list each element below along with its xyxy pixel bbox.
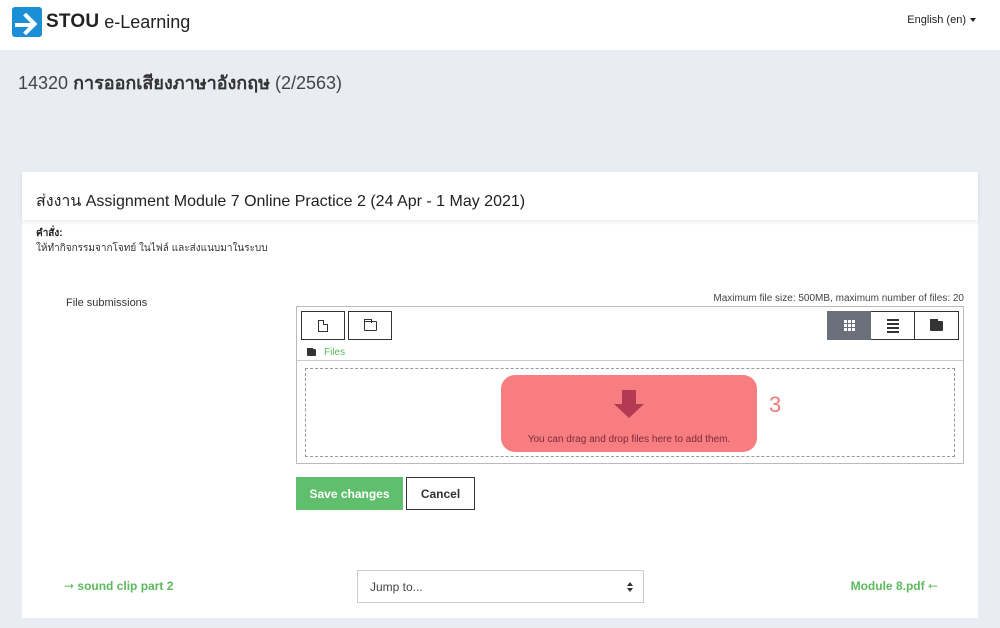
drop-hint-text: You can drag and drop files here to add …	[527, 434, 731, 445]
save-changes-button[interactable]: Save changes	[296, 477, 403, 510]
course-name: การออกเสียงภาษาอังกฤษ	[73, 73, 270, 93]
course-code: 14320	[18, 73, 69, 93]
instruction-label: คำสั่ง:	[36, 228, 63, 239]
folder-solid-icon	[930, 318, 943, 331]
file-path: Files	[307, 345, 345, 359]
next-activity-link[interactable]: Module 8.pdf ⇽	[851, 579, 938, 593]
language-menu[interactable]: English (en)	[907, 14, 976, 26]
brand-subtitle: e-Learning	[104, 11, 191, 32]
drop-zone[interactable]: You can drag and drop files here to add …	[305, 368, 955, 457]
create-folder-button[interactable]	[348, 311, 392, 340]
add-file-button[interactable]	[301, 311, 345, 340]
card-header: ส่งงาน Assignment Module 7 Online Practi…	[22, 172, 978, 220]
annotation-number: 3	[769, 392, 782, 417]
view-details-button[interactable]	[871, 311, 915, 340]
jump-to-select[interactable]: Jump to...	[357, 570, 644, 603]
select-caret-icon	[627, 582, 634, 592]
file-icon	[318, 319, 328, 332]
max-file-info: Maximum file size: 500MB, maximum number…	[713, 293, 964, 304]
top-navbar: STOU e-Learning English (en)	[0, 0, 1000, 50]
prev-activity-link[interactable]: ⇾ sound clip part 2	[64, 579, 173, 593]
course-title: 14320 การออกเสียงภาษาอังกฤษ (2/2563)	[18, 68, 342, 97]
divider	[297, 360, 963, 361]
folder-icon	[363, 318, 377, 331]
instruction-text: ให้ทำกิจกรรมจากโจทย์ ในไฟล์ และส่งแนบมาใ…	[36, 243, 268, 254]
assignment-title: ส่งงาน Assignment Module 7 Online Practi…	[36, 193, 526, 210]
course-term: (2/2563)	[274, 73, 343, 93]
files-path-link[interactable]: Files	[324, 347, 345, 358]
language-label: English (en)	[907, 14, 966, 26]
view-tree-button[interactable]	[915, 311, 959, 340]
site-logo[interactable]: STOU e-Learning	[12, 7, 190, 37]
folder-icon	[307, 347, 316, 356]
view-switcher	[827, 311, 959, 340]
file-submissions-label: File submissions	[66, 297, 148, 309]
arrow-down-icon	[614, 390, 644, 420]
list-icon	[886, 318, 899, 333]
caret-down-icon	[970, 18, 976, 23]
assignment-card: ส่งงาน Assignment Module 7 Online Practi…	[22, 172, 978, 618]
drop-highlight: You can drag and drop files here to add …	[501, 375, 757, 452]
view-icons-button[interactable]	[827, 311, 871, 340]
stou-logo-icon	[12, 7, 42, 37]
cancel-button[interactable]: Cancel	[406, 477, 475, 510]
file-picker: Files You can drag and drop files here t…	[296, 306, 964, 464]
brand-name: STOU	[46, 11, 100, 32]
grid-icon	[843, 320, 855, 331]
jump-to-label: Jump to...	[370, 580, 423, 594]
